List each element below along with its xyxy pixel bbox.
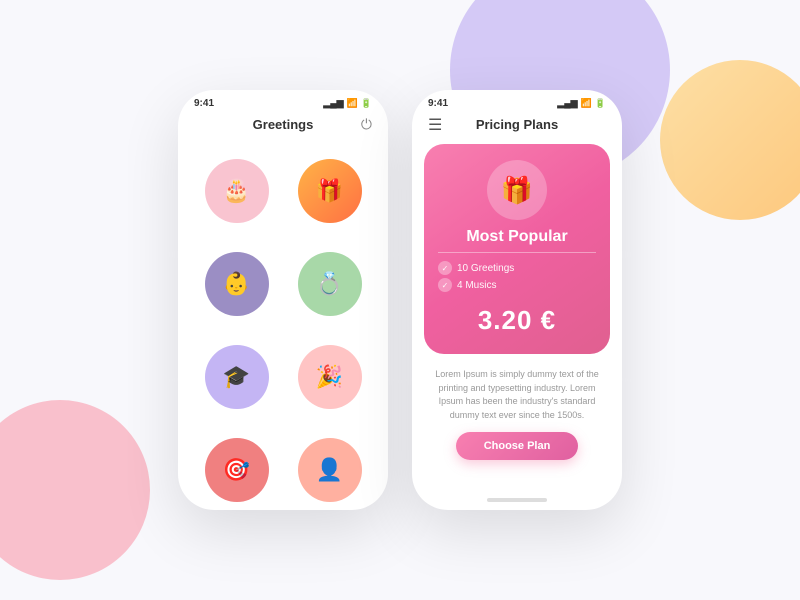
status-icons-2: ▂▄▆ 📶 🔋: [557, 98, 606, 109]
grid-item-target[interactable]: 🎯: [194, 427, 279, 510]
grid-item-ring[interactable]: 💍: [287, 241, 372, 326]
card-divider: [438, 252, 596, 253]
grid-item-baby[interactable]: 👶: [194, 241, 279, 326]
battery-icon-2: 🔋: [595, 98, 606, 109]
baby-icon-circle: 👶: [205, 252, 269, 316]
status-bar-1: 9:41 ▂▄▆ 📶 🔋: [178, 90, 388, 113]
party-icon: 🎉: [316, 364, 343, 390]
gift-icon: 🎁: [316, 178, 343, 204]
wifi-icon: 📶: [347, 98, 358, 109]
pricing-description: Lorem Ipsum is simply dummy text of the …: [428, 368, 606, 422]
feature-text-2: 4 Musics: [457, 280, 496, 291]
baby-icon: 👶: [223, 271, 250, 297]
phone-greetings: 9:41 ▂▄▆ 📶 🔋 Greetings ⏻ 🎂 🎁: [178, 90, 388, 510]
feature-musics: ✓ 4 Musics: [438, 278, 596, 292]
signal-icon: ▂▄▆: [323, 98, 343, 109]
cake-icon-circle: 🎂: [205, 159, 269, 223]
grad-icon-circle: 🎓: [205, 345, 269, 409]
target-icon: 🎯: [223, 457, 250, 483]
grid-item-user[interactable]: 👤: [287, 427, 372, 510]
features-list: ✓ 10 Greetings ✓ 4 Musics: [438, 261, 596, 295]
graduation-icon: 🎓: [223, 364, 250, 390]
ring-icon: 💍: [316, 271, 343, 297]
menu-icon[interactable]: ☰: [428, 115, 442, 135]
target-icon-circle: 🎯: [205, 438, 269, 502]
greetings-grid: 🎂 🎁 👶 💍 🎓: [178, 140, 388, 510]
check-icon-2: ✓: [438, 278, 452, 292]
user-icon-circle: 👤: [298, 438, 362, 502]
greetings-title: Greetings: [253, 117, 314, 132]
home-indicator-2: [487, 498, 547, 502]
status-bar-2: 9:41 ▂▄▆ 📶 🔋: [412, 90, 622, 113]
grid-item-gift[interactable]: 🎁: [287, 148, 372, 233]
party-icon-circle: 🎉: [298, 345, 362, 409]
grid-item-grad[interactable]: 🎓: [194, 334, 279, 419]
gift-icon-circle: 🎁: [298, 159, 362, 223]
status-icons-1: ▂▄▆ 📶 🔋: [323, 98, 372, 109]
pricing-body: Lorem Ipsum is simply dummy text of the …: [412, 362, 622, 492]
time-2: 9:41: [428, 98, 448, 109]
grid-item-cake[interactable]: 🎂: [194, 148, 279, 233]
pricing-title: Pricing Plans: [476, 117, 558, 132]
grid-item-party[interactable]: 🎉: [287, 334, 372, 419]
pricing-card: 🎁 Most Popular ✓ 10 Greetings ✓ 4 Musics…: [424, 144, 610, 354]
time-1: 9:41: [194, 98, 214, 109]
signal-icon-2: ▂▄▆: [557, 98, 577, 109]
greetings-header: Greetings ⏻: [178, 113, 388, 140]
feature-greetings: ✓ 10 Greetings: [438, 261, 596, 275]
phone-pricing: 9:41 ▂▄▆ 📶 🔋 ☰ Pricing Plans 🎁 Most Popu…: [412, 90, 622, 510]
plan-title: Most Popular: [466, 228, 567, 246]
check-icon-1: ✓: [438, 261, 452, 275]
battery-icon: 🔋: [361, 98, 372, 109]
pricing-header: ☰ Pricing Plans: [412, 113, 622, 140]
phones-container: 9:41 ▂▄▆ 📶 🔋 Greetings ⏻ 🎂 🎁: [0, 0, 800, 600]
card-gift-icon: 🎁: [487, 160, 547, 220]
user-icon: 👤: [316, 457, 343, 483]
wifi-icon-2: 📶: [581, 98, 592, 109]
choose-plan-button[interactable]: Choose Plan: [456, 432, 579, 460]
power-icon[interactable]: ⏻: [361, 116, 372, 133]
price-display: 3.20 €: [478, 305, 556, 336]
ring-icon-circle: 💍: [298, 252, 362, 316]
feature-text-1: 10 Greetings: [457, 263, 514, 274]
cake-icon: 🎂: [223, 178, 250, 204]
